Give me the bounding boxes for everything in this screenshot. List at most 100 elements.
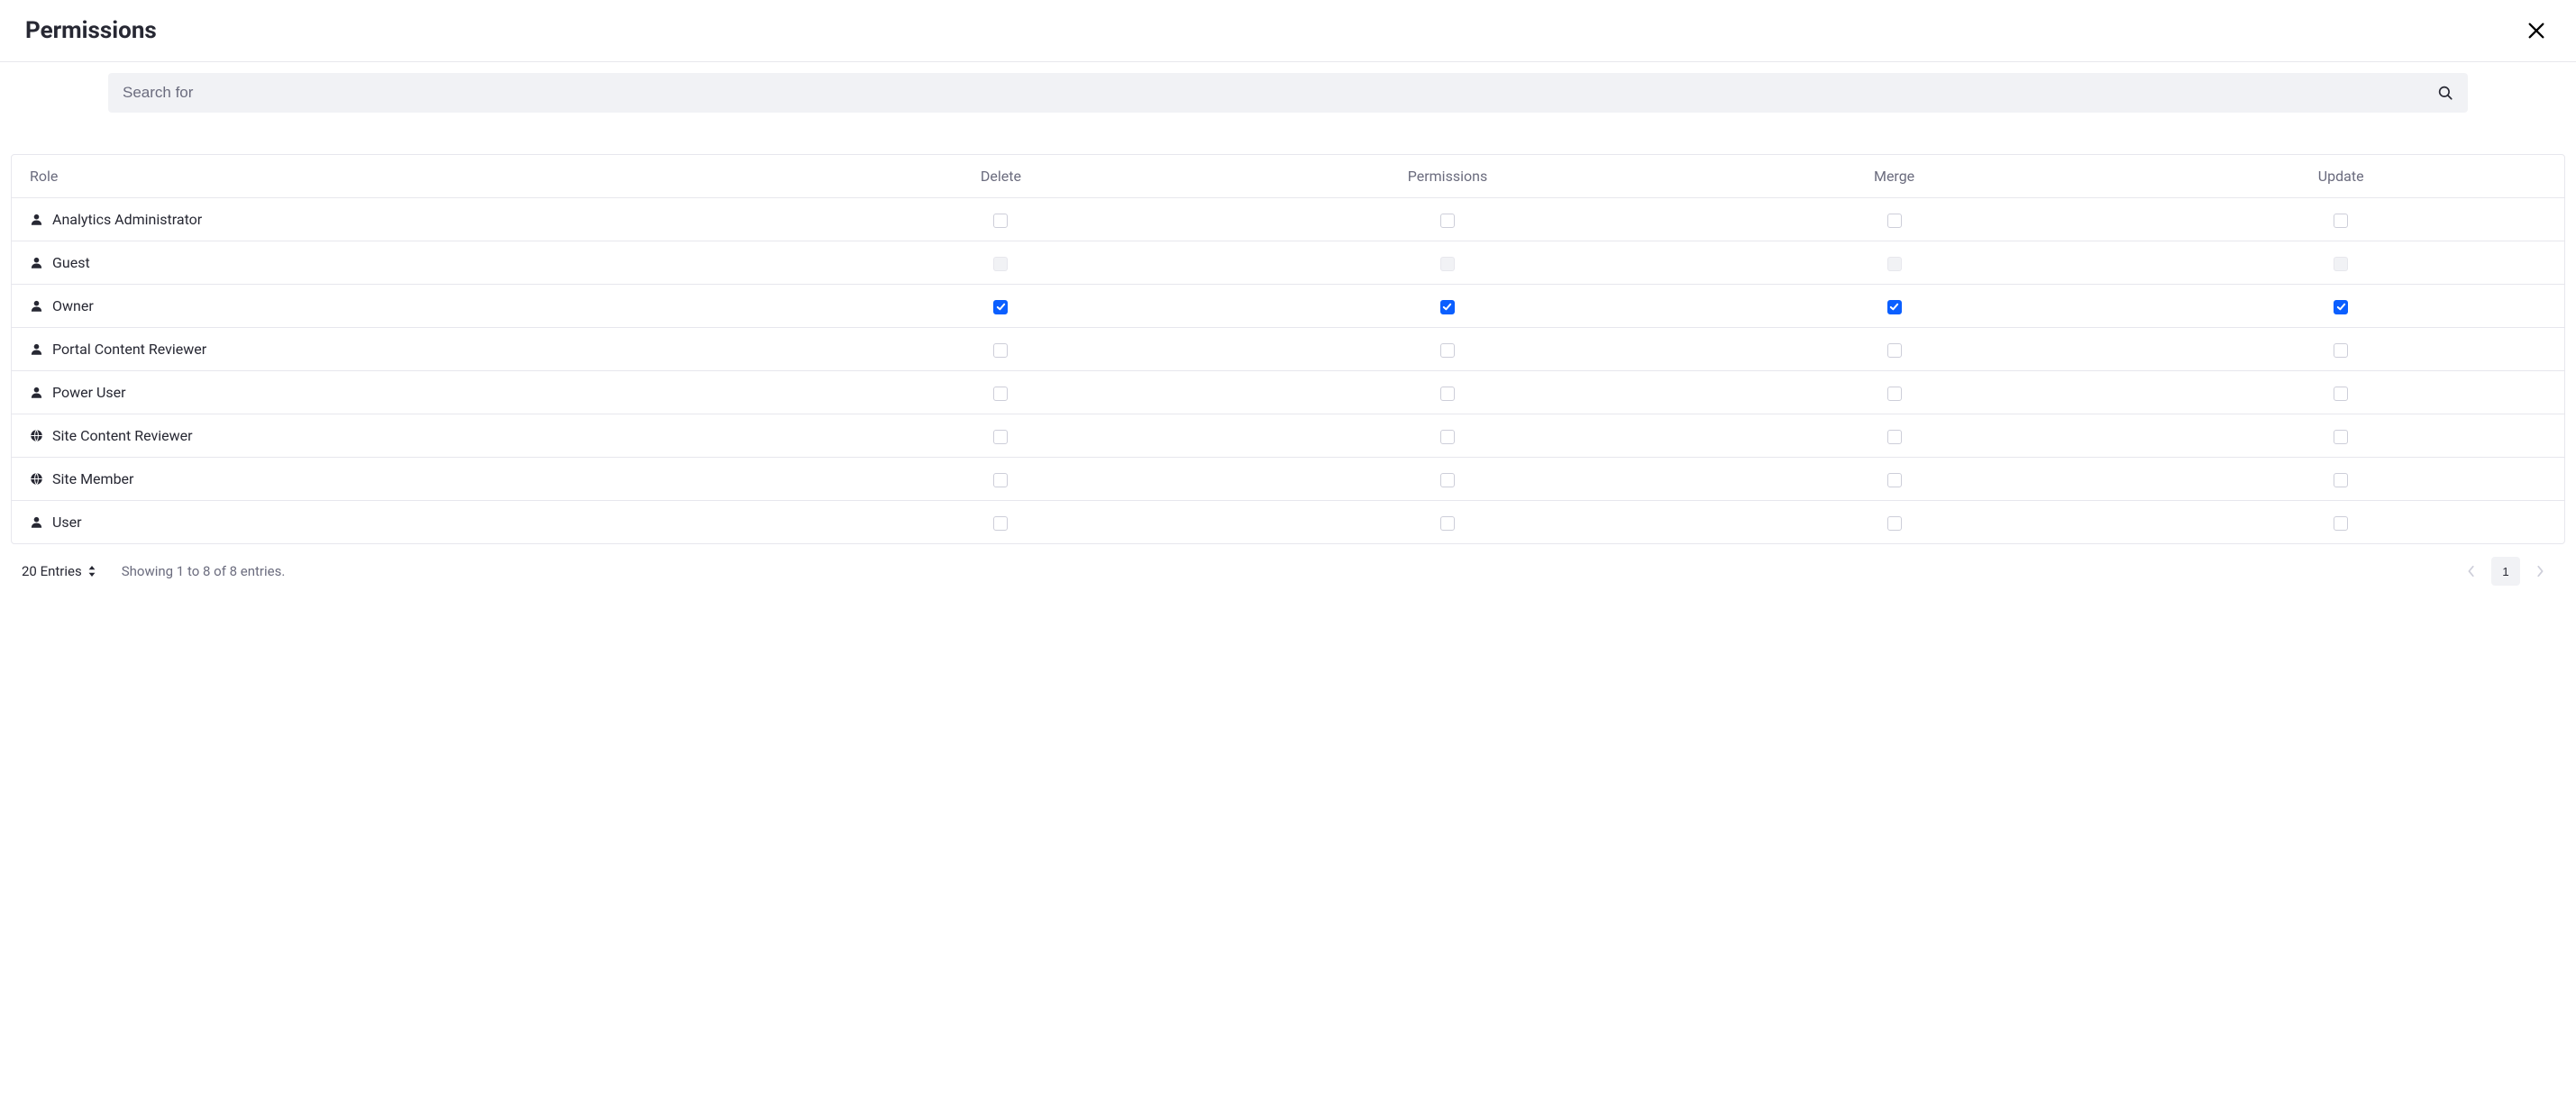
column-header-delete: Delete	[778, 155, 1225, 198]
role-label: Analytics Administrator	[52, 211, 202, 228]
checkbox-update[interactable]	[2334, 516, 2348, 531]
checkbox-permissions[interactable]	[1440, 430, 1455, 444]
modal-header: Permissions	[0, 0, 2576, 62]
checkbox-update	[2334, 257, 2348, 271]
checkbox-permissions[interactable]	[1440, 387, 1455, 401]
permission-cell	[1224, 458, 1671, 501]
table-header-row: Role Delete Permissions Merge Update	[12, 155, 2564, 198]
checkbox-merge[interactable]	[1887, 473, 1902, 487]
globe-icon	[30, 472, 43, 486]
check-icon	[1442, 302, 1452, 312]
check-icon	[2336, 302, 2346, 312]
caret-sort-icon	[87, 566, 96, 577]
permission-cell	[2117, 241, 2564, 285]
checkbox-update[interactable]	[2334, 387, 2348, 401]
checkbox-delete[interactable]	[993, 473, 1008, 487]
user-icon	[30, 299, 43, 313]
permission-cell	[1671, 328, 2118, 371]
search-input[interactable]	[123, 84, 2437, 102]
checkbox-merge[interactable]	[1887, 516, 1902, 531]
checkbox-delete[interactable]	[993, 387, 1008, 401]
checkbox-update[interactable]	[2334, 300, 2348, 314]
checkbox-update[interactable]	[2334, 343, 2348, 358]
pagination-prev-button[interactable]	[2457, 557, 2486, 586]
checkbox-merge[interactable]	[1887, 430, 1902, 444]
permission-cell	[1671, 458, 2118, 501]
checkbox-permissions[interactable]	[1440, 516, 1455, 531]
checkbox-merge[interactable]	[1887, 343, 1902, 358]
permission-cell	[1224, 414, 1671, 458]
permission-cell	[1671, 371, 2118, 414]
checkbox-permissions[interactable]	[1440, 214, 1455, 228]
permission-cell	[1671, 241, 2118, 285]
table-row: Analytics Administrator	[12, 198, 2564, 241]
role-cell: Power User	[12, 371, 778, 414]
permission-cell	[778, 501, 1225, 544]
check-icon	[996, 302, 1006, 312]
checkbox-delete[interactable]	[993, 516, 1008, 531]
checkbox-update[interactable]	[2334, 473, 2348, 487]
role-label: Portal Content Reviewer	[52, 341, 206, 358]
permission-cell	[1671, 501, 2118, 544]
permission-cell	[2117, 501, 2564, 544]
checkbox-merge[interactable]	[1887, 214, 1902, 228]
table-row: User	[12, 501, 2564, 544]
role-label: Site Member	[52, 470, 133, 487]
permission-cell	[778, 371, 1225, 414]
checkbox-merge[interactable]	[1887, 300, 1902, 314]
role-cell: Portal Content Reviewer	[12, 328, 778, 371]
checkbox-delete[interactable]	[993, 300, 1008, 314]
check-icon	[1889, 302, 1899, 312]
table-row: Site Content Reviewer	[12, 414, 2564, 458]
checkbox-delete[interactable]	[993, 343, 1008, 358]
entries-per-page-select[interactable]: 20 Entries	[22, 563, 96, 579]
user-icon	[30, 256, 43, 269]
table-row: Site Member	[12, 458, 2564, 501]
permission-cell	[2117, 198, 2564, 241]
pagination-next-button[interactable]	[2526, 557, 2554, 586]
column-header-permissions: Permissions	[1224, 155, 1671, 198]
permissions-table-container: Role Delete Permissions Merge Update Ana…	[11, 154, 2565, 544]
checkbox-merge	[1887, 257, 1902, 271]
permission-cell	[778, 458, 1225, 501]
column-header-update: Update	[2117, 155, 2564, 198]
checkbox-permissions[interactable]	[1440, 300, 1455, 314]
checkbox-merge[interactable]	[1887, 387, 1902, 401]
permission-cell	[1671, 198, 2118, 241]
checkbox-permissions[interactable]	[1440, 343, 1455, 358]
column-header-role: Role	[12, 155, 778, 198]
role-label: Guest	[52, 254, 90, 271]
checkbox-delete[interactable]	[993, 214, 1008, 228]
chevron-left-icon	[2467, 565, 2476, 578]
column-header-merge: Merge	[1671, 155, 2118, 198]
pagination: 1	[2457, 557, 2554, 586]
globe-icon	[30, 429, 43, 442]
role-cell: Guest	[12, 241, 778, 285]
permission-cell	[1671, 285, 2118, 328]
permission-cell	[1224, 285, 1671, 328]
user-icon	[30, 515, 43, 529]
checkbox-delete	[993, 257, 1008, 271]
permission-cell	[778, 241, 1225, 285]
search-bar	[108, 73, 2468, 113]
close-button[interactable]	[2522, 16, 2551, 45]
user-icon	[30, 342, 43, 356]
permission-cell	[2117, 414, 2564, 458]
permission-cell	[1224, 371, 1671, 414]
checkbox-delete[interactable]	[993, 430, 1008, 444]
permission-cell	[1671, 414, 2118, 458]
permission-cell	[1224, 198, 1671, 241]
checkbox-permissions	[1440, 257, 1455, 271]
role-cell: Site Content Reviewer	[12, 414, 778, 458]
search-icon[interactable]	[2437, 85, 2453, 101]
permission-cell	[778, 414, 1225, 458]
user-icon	[30, 213, 43, 226]
role-cell: Analytics Administrator	[12, 198, 778, 241]
checkbox-update[interactable]	[2334, 214, 2348, 228]
checkbox-update[interactable]	[2334, 430, 2348, 444]
role-label: Owner	[52, 297, 94, 314]
table-row: Power User	[12, 371, 2564, 414]
checkbox-permissions[interactable]	[1440, 473, 1455, 487]
pagination-page-1[interactable]: 1	[2491, 557, 2520, 586]
user-icon	[30, 386, 43, 399]
